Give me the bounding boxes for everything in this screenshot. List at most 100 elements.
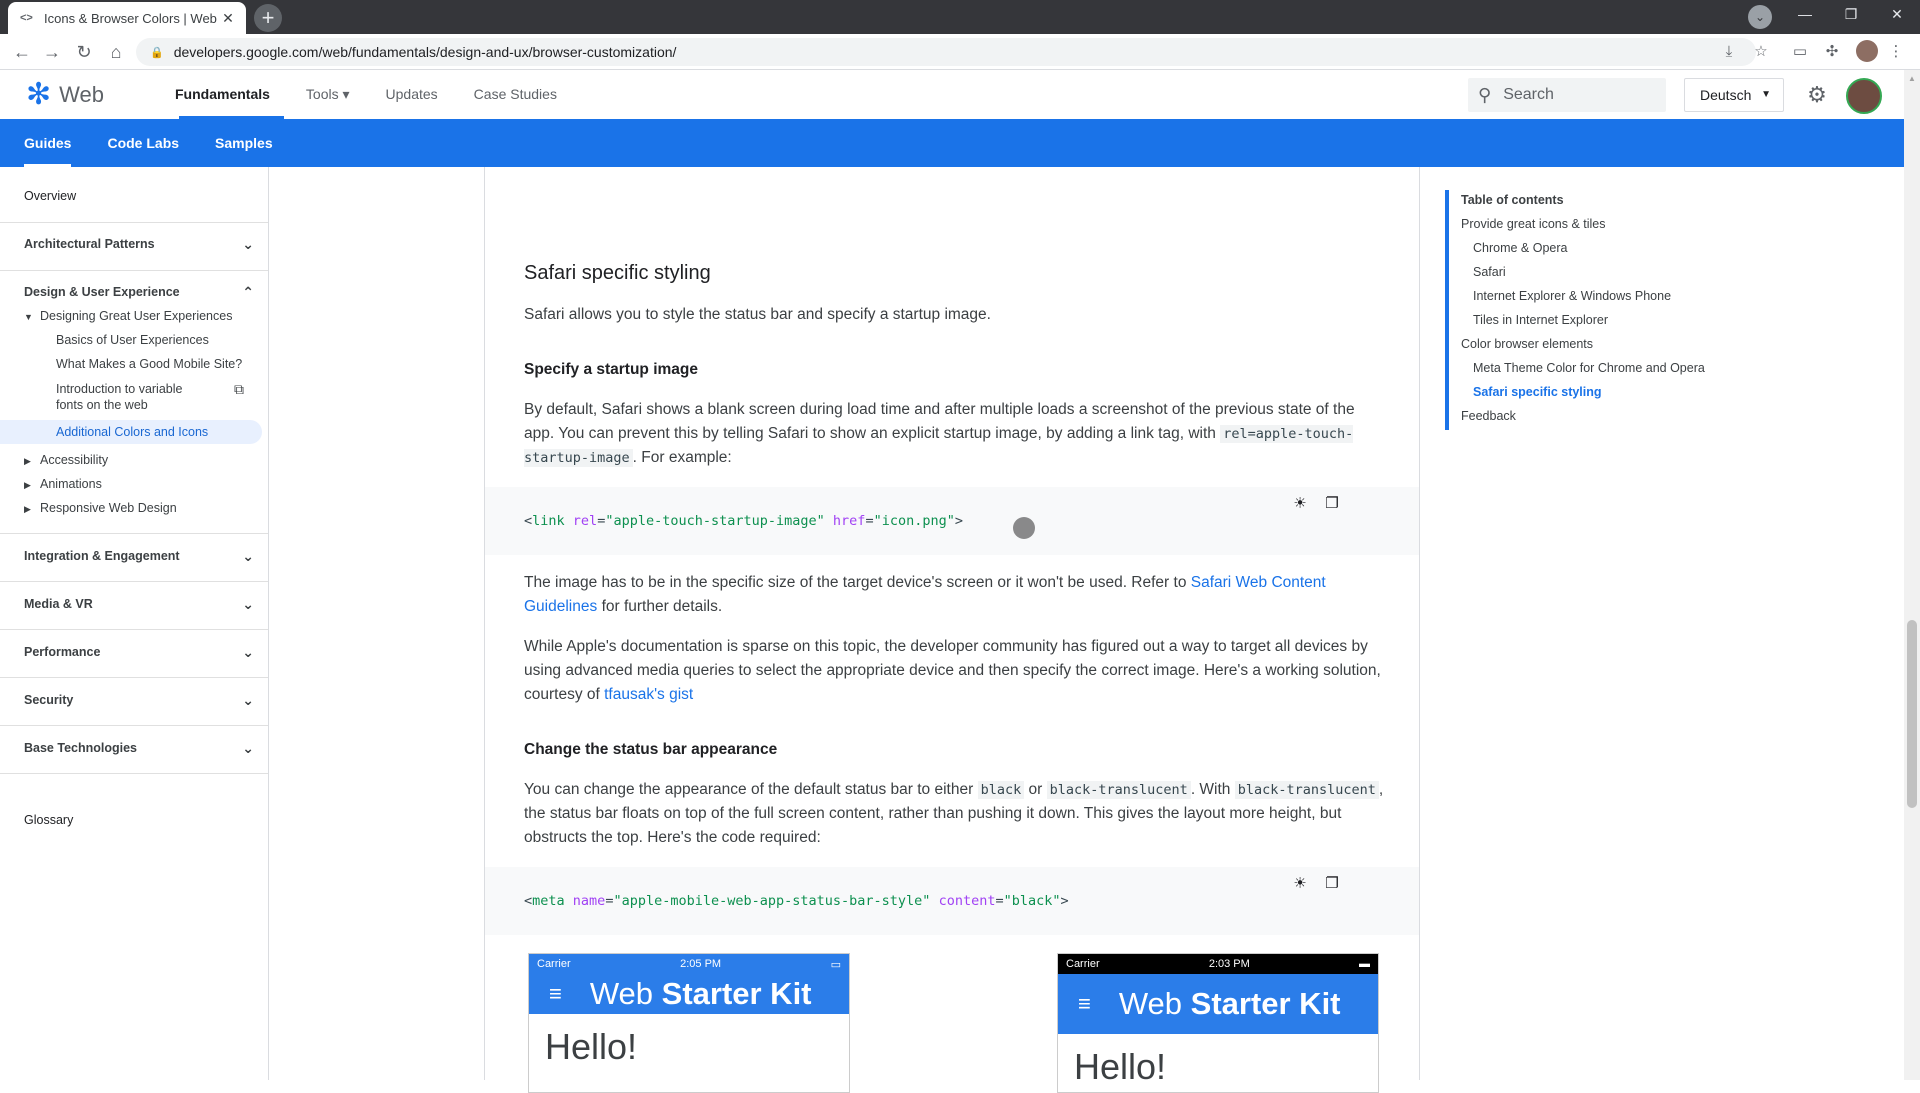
sidebar-group-animations[interactable]: ▶ Animations [0,477,262,491]
toc-item[interactable]: Internet Explorer & Windows Phone [1449,286,1745,310]
paragraph: While Apple's documentation is sparse on… [524,635,1384,707]
tab-search-icon[interactable]: ⌄ [1748,5,1772,29]
text: The image has to be in the specific size… [524,574,1187,591]
toc-item-current[interactable]: Safari specific styling [1449,382,1745,406]
sidebar-item-variable-fonts[interactable]: Introduction to variable fonts on the we… [0,381,200,413]
nav-fundamentals[interactable]: Fundamentals [175,70,288,119]
section-label: Performance [24,645,101,659]
sidebar-item-additional-colors-icons[interactable]: Additional Colors and Icons [0,420,262,444]
sidebar-section-performance[interactable]: Performance ⌄ [0,644,268,660]
article-content: Safari specific styling Safari allows yo… [484,167,1420,1093]
chevron-down-icon: ⌄ [242,595,254,612]
heading-startup-image: Specify a startup image [524,361,699,378]
page-scrollbar[interactable]: ▲ [1904,70,1920,1080]
sidebar-item-basics-ux[interactable]: Basics of User Experiences [0,333,262,347]
toc-heading: Table of contents [1461,193,1564,207]
triangle-right-icon: ▶ [24,480,31,490]
inline-code: black-translucent [1046,781,1191,799]
bookmark-star-icon[interactable]: ☆ [1749,40,1773,64]
toc-item[interactable]: Safari [1449,262,1745,286]
sidebar-group-designing[interactable]: ▼ Designing Great User Experiences [0,309,262,323]
gear-icon[interactable]: ⚙ [1804,82,1830,108]
web-fundamentals-logo-icon: ✻ [26,78,52,111]
code-string: "apple-touch-startup-image" [605,513,825,529]
text: . For example: [632,449,732,466]
sidebar-section-security[interactable]: Security ⌄ [0,692,268,708]
close-icon[interactable]: ✕ [220,10,236,27]
address-bar[interactable]: 🔒 developers.google.com/web/fundamentals… [136,38,1756,66]
language-value: Deutsch [1700,87,1752,103]
toc-item[interactable]: Tiles in Internet Explorer [1449,310,1745,334]
site-logo[interactable]: ✻ Web [26,80,104,110]
sidebar-section-integration[interactable]: Integration & Engagement ⌄ [0,548,268,564]
scroll-up-icon[interactable]: ▲ [1904,72,1920,86]
code-block[interactable]: <link rel="apple-touch-startup-image" hr… [485,487,1419,555]
link-tfausak-gist[interactable]: tfausak's gist [604,686,693,703]
divider [0,533,268,534]
menu-kebab-icon[interactable]: ⋮ [1884,40,1908,64]
divider [0,773,268,774]
triangle-right-icon: ▶ [24,504,31,514]
copy-icon[interactable]: ❐ [1323,875,1341,893]
search-input[interactable]: ⚲ Search [1468,78,1666,112]
group-label: Designing Great User Experiences [40,309,233,323]
sidebar-section-base-technologies[interactable]: Base Technologies ⌄ [0,740,268,756]
nav-updates[interactable]: Updates [386,70,456,119]
toc-item[interactable]: Color browser elements [1449,334,1745,358]
profile-avatar[interactable] [1856,40,1878,62]
paragraph: The image has to be in the specific size… [524,571,1384,619]
tab-samples[interactable]: Samples [215,119,273,167]
back-arrow-icon[interactable]: ← [10,40,34,64]
code-string: "apple-mobile-web-app-status-bar-style" [613,893,931,909]
toc-item[interactable]: Meta Theme Color for Chrome and Opera [1449,358,1745,382]
nav-tools[interactable]: Tools ▾ [306,70,368,119]
tab-code-labs[interactable]: Code Labs [107,119,179,167]
sidebar-section-architectural-patterns[interactable]: Architectural Patterns ⌄ [0,236,268,252]
language-select[interactable]: Deutsch ▼ [1684,78,1784,112]
text: . With [1190,781,1231,798]
text: or [1028,781,1043,798]
sidebar-item-good-mobile-site[interactable]: What Makes a Good Mobile Site? [0,357,262,371]
extensions-puzzle-icon[interactable]: ✣ [1820,40,1844,64]
toc-item[interactable]: Provide great icons & tiles [1449,214,1745,238]
scrollbar-thumb[interactable] [1907,620,1917,808]
copy-icon[interactable]: ❐ [1323,495,1341,513]
inline-code: black [977,781,1025,799]
paragraph: You can change the appearance of the def… [524,778,1384,850]
phone-app-bar: ≡ Web Starter Kit [1058,974,1378,1034]
sidebar-section-media-vr[interactable]: Media & VR ⌄ [0,595,268,612]
reload-icon[interactable]: ↻ [72,40,96,64]
code-block[interactable]: <meta name="apple-mobile-web-app-status-… [485,867,1419,935]
divider [0,270,268,271]
sidebar-group-responsive[interactable]: ▶ Responsive Web Design [0,501,262,515]
group-label: Responsive Web Design [40,501,177,515]
new-tab-plus-icon[interactable]: + [254,4,282,32]
phone-screenshot-black: Carrier 2:03 PM ▬ ≡ Web Starter Kit Hell… [1057,953,1379,1093]
toc-item[interactable]: Feedback [1449,406,1745,430]
tab-guides[interactable]: Guides [24,119,72,167]
mouse-cursor-indicator [1013,517,1035,539]
forward-arrow-icon[interactable]: → [40,40,64,64]
sidebar-item-overview[interactable]: Overview [0,189,268,203]
sidebar-section-design-ux[interactable]: Design & User Experience ⌃ [0,283,268,300]
browser-tab[interactable]: <> Icons & Browser Colors | Web F ✕ [8,2,246,34]
chevron-up-icon: ⌃ [242,283,254,300]
account-avatar[interactable] [1846,78,1882,114]
minimize-icon[interactable]: — [1782,0,1828,30]
window-close-icon[interactable]: ✕ [1874,0,1920,30]
theme-toggle-icon[interactable]: ☀ [1291,875,1309,893]
toc-item[interactable]: Chrome & Opera [1449,238,1745,262]
lock-icon: 🔒 [150,46,164,59]
battery-icon: ▬ [1359,958,1370,970]
install-icon[interactable]: ⤓ [1717,40,1741,64]
sidebar-group-accessibility[interactable]: ▶ Accessibility [0,453,262,467]
triangle-down-icon: ▼ [24,312,33,322]
sidebar-item-glossary[interactable]: Glossary [0,813,268,827]
theme-toggle-icon[interactable]: ☀ [1291,495,1309,513]
triangle-right-icon: ▶ [24,456,31,466]
external-link-icon: ⧉ [234,381,244,397]
nav-case-studies[interactable]: Case Studies [474,70,575,119]
cast-icon[interactable]: ▭ [1788,40,1812,64]
restore-icon[interactable]: ❐ [1828,0,1874,30]
home-icon[interactable]: ⌂ [104,40,128,64]
